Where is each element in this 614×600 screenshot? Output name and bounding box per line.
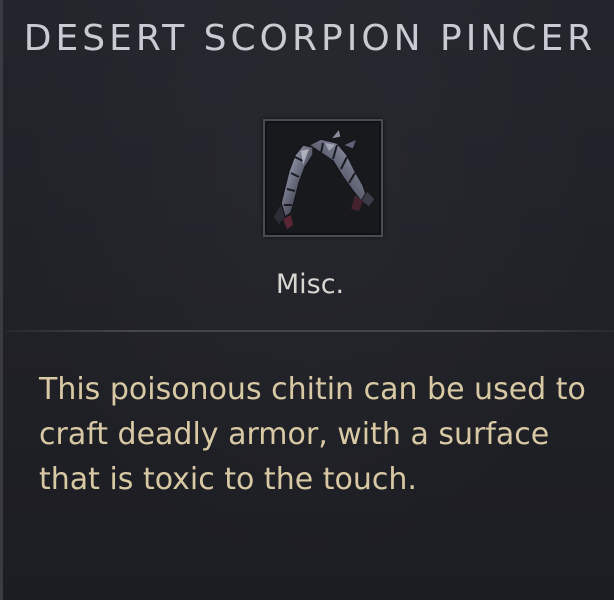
item-type: Misc. [275,269,345,300]
item-tooltip: DESERT SCORPION PINCER Misc. This poison… [0,0,614,600]
scorpion-pincer-icon [272,127,376,229]
item-description: This poisonous chitin can be used to cra… [39,372,586,497]
item-name: DESERT SCORPION PINCER [23,18,597,59]
divider [6,330,614,332]
item-icon-frame [263,119,383,237]
